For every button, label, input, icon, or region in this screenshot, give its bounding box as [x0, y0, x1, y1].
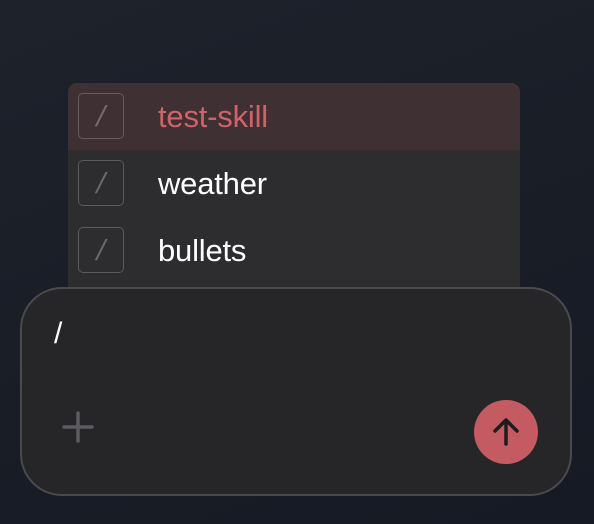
slash-icon: / — [78, 227, 124, 273]
menu-item-weather[interactable]: / weather — [68, 150, 520, 217]
composer-input-value: / — [54, 317, 63, 350]
menu-item-label: test-skill — [158, 99, 268, 134]
slash-command-menu: / test-skill / weather / bullets — [68, 83, 520, 313]
slash-icon: / — [78, 160, 124, 206]
composer-input[interactable]: / — [54, 317, 62, 351]
add-attachment-button[interactable] — [58, 407, 98, 447]
plus-icon — [62, 411, 94, 443]
message-composer[interactable]: / — [20, 287, 572, 496]
menu-item-label: bullets — [158, 233, 247, 268]
menu-item-test-skill[interactable]: / test-skill — [68, 83, 520, 150]
slash-icon: / — [78, 93, 124, 139]
menu-item-bullets[interactable]: / bullets — [68, 217, 520, 284]
send-button[interactable] — [474, 400, 538, 464]
menu-item-label: weather — [158, 166, 267, 201]
arrow-up-icon — [493, 418, 519, 446]
